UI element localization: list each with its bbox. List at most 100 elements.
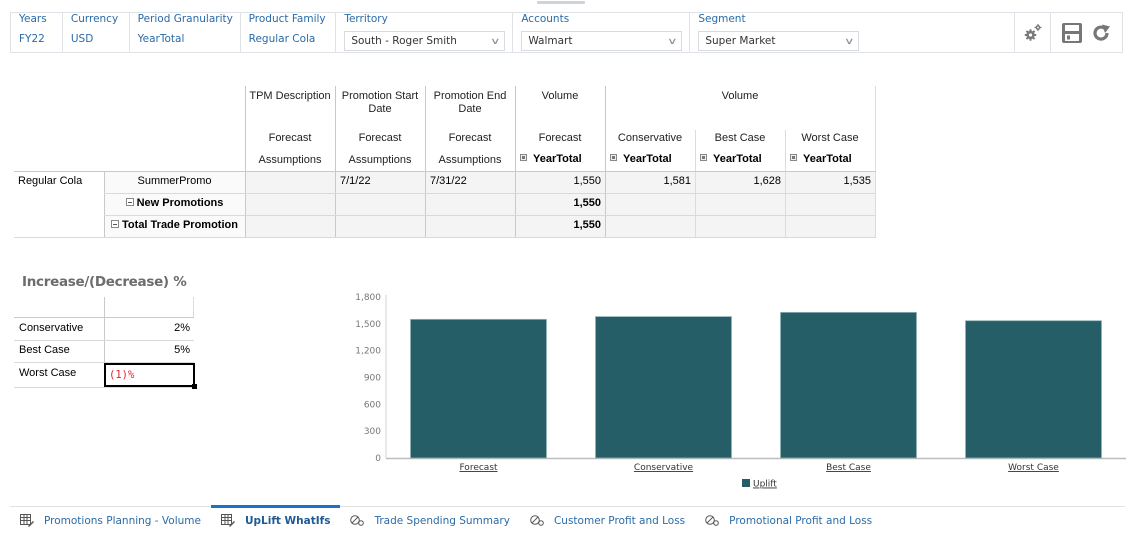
grid-divider <box>14 340 194 341</box>
x-tick-label[interactable]: Best Case <box>826 463 871 473</box>
expand-icon[interactable] <box>520 154 527 161</box>
x-tick-label[interactable]: Worst Case <box>1008 463 1059 473</box>
y-tick-label: 1,500 <box>355 320 381 330</box>
pov-label: Accounts <box>521 13 570 25</box>
tab-promotional-profit-and-loss[interactable]: Promotional Profit and Loss <box>695 507 882 534</box>
save-icon[interactable] <box>1061 22 1083 44</box>
row-header-promotion[interactable]: New Promotions <box>104 197 245 210</box>
grid-divider <box>193 297 194 317</box>
grid-divider <box>14 387 194 388</box>
pov-period-granularity[interactable]: Period Granularity YearTotal <box>130 13 241 52</box>
expand-icon[interactable] <box>790 154 797 161</box>
expand-icon[interactable] <box>700 154 707 161</box>
tab-label: Promotional Profit and Loss <box>729 514 873 527</box>
incdec-value-cell[interactable]: 5% <box>106 344 190 357</box>
grid-cell[interactable]: 1,581 <box>605 175 691 188</box>
segment-select-value: Super Market <box>705 35 776 47</box>
x-tick-label[interactable]: Conservative <box>634 463 694 473</box>
tab-label: Trade Spending Summary <box>374 514 510 527</box>
pov-product-family[interactable]: Product Family Regular Cola <box>241 13 337 52</box>
grid-cell[interactable]: 7/31/22 <box>430 175 514 188</box>
column-header: Assumptions <box>348 154 412 166</box>
column-header-expandable[interactable]: YearTotal <box>790 153 875 166</box>
column-header-label: YearTotal <box>533 153 582 165</box>
expand-icon[interactable] <box>610 154 617 161</box>
accounts-select[interactable]: Walmart ∨ <box>521 31 683 51</box>
refresh-icon[interactable] <box>1090 22 1112 44</box>
row-header-label: Total Trade Promotion <box>122 219 238 231</box>
incdec-value-input[interactable]: (1)% <box>109 369 134 381</box>
column-header: Forecast <box>358 132 402 144</box>
legend-label[interactable]: Uplift <box>753 480 777 490</box>
tab-label: UpLift WhatIfs <box>244 514 331 527</box>
pov-label: Segment <box>698 13 746 25</box>
territory-select[interactable]: South - Roger Smith ∨ <box>344 31 506 51</box>
row-header-label: New Promotions <box>136 197 224 209</box>
row-header-product: Regular Cola <box>18 175 83 187</box>
chevron-down-icon: ∨ <box>843 37 855 47</box>
column-header-expandable[interactable]: YearTotal <box>700 153 785 166</box>
pov-accounts: Accounts Walmart ∨ <box>513 13 691 52</box>
incdec-row-label: Conservative <box>19 322 84 334</box>
y-tick-label: 1,200 <box>355 347 381 357</box>
grid-cell[interactable]: 1,628 <box>695 175 781 188</box>
incdec-title: Increase/(Decrease) % <box>22 274 187 290</box>
pov-currency[interactable]: Currency USD <box>63 13 130 52</box>
column-header: TPM Description <box>249 90 331 102</box>
chevron-down-icon: ∨ <box>666 37 678 47</box>
bar-best-case <box>780 311 917 459</box>
pov-label: Product Family <box>248 13 326 25</box>
grid-cell[interactable]: 1,550 <box>515 219 601 232</box>
pov-value[interactable]: USD <box>71 33 121 46</box>
gears-icon <box>1024 23 1041 41</box>
grid-divider <box>104 215 876 216</box>
x-tick-label[interactable]: Forecast <box>459 463 498 473</box>
y-tick-label: 0 <box>375 454 381 464</box>
row-header-promotion[interactable]: SummerPromo <box>104 175 245 188</box>
pov-value[interactable]: Regular Cola <box>249 33 328 46</box>
column-header: Promotion End Date <box>433 90 507 115</box>
dashboard-icon <box>350 514 365 527</box>
dashboard-icon <box>705 514 719 527</box>
tab-promotions-planning-volume[interactable]: Promotions Planning - Volume <box>10 507 211 534</box>
tab-customer-profit-and-loss[interactable]: Customer Profit and Loss <box>520 507 695 534</box>
form-edit-icon <box>20 514 34 527</box>
form-edit-icon <box>220 514 235 527</box>
column-header: Assumptions <box>438 154 502 166</box>
bar-conservative <box>595 316 732 459</box>
column-header-expandable[interactable]: YearTotal <box>610 153 695 166</box>
column-header-label: YearTotal <box>713 153 762 165</box>
grid-cell[interactable]: 1,535 <box>785 175 871 188</box>
column-header: Best Case <box>714 132 766 144</box>
grid-cell[interactable]: 1,550 <box>515 175 601 188</box>
collapse-icon[interactable] <box>125 198 134 206</box>
pov-years[interactable]: Years FY22 <box>11 13 63 52</box>
incdec-active-cell[interactable]: (1)% <box>104 363 197 389</box>
grid-divider <box>14 171 876 172</box>
row-header-label: SummerPromo <box>137 175 212 187</box>
territory-select-value: South - Roger Smith <box>351 35 457 47</box>
grid-cell[interactable]: 7/1/22 <box>340 175 424 188</box>
column-header-expandable[interactable]: YearTotal <box>520 153 605 166</box>
pov-value[interactable]: FY22 <box>19 33 54 46</box>
dashboard-icon <box>530 514 544 527</box>
incdec-value-cell[interactable]: 2% <box>106 322 190 335</box>
y-tick-label: 1,800 <box>355 293 381 303</box>
fill-handle[interactable] <box>192 384 197 389</box>
tab-uplift-whatifs[interactable]: UpLift WhatIfs <box>210 505 341 534</box>
y-tick-label: 600 <box>364 400 381 410</box>
grid-cell[interactable]: 1,550 <box>515 197 601 210</box>
segment-select[interactable]: Super Market ∨ <box>698 31 860 51</box>
pov-label: Territory <box>344 13 388 25</box>
pov-value[interactable]: YearTotal <box>138 33 232 46</box>
uplift-chart: 0 300 600 900 1,200 1,500 1,800 Forecast Conserv… <box>340 285 1127 495</box>
settings-button[interactable] <box>1014 13 1050 52</box>
collapse-icon[interactable] <box>111 220 120 228</box>
panel-drag-handle[interactable] <box>537 1 585 4</box>
chevron-down-icon: ∨ <box>489 37 501 47</box>
column-header: Conservative <box>617 132 683 144</box>
tab-trade-spending-summary[interactable]: Trade Spending Summary <box>340 507 520 534</box>
grid-divider <box>104 193 876 194</box>
row-header-promotion[interactable]: Total Trade Promotion <box>104 219 245 232</box>
grid-divider <box>14 317 194 318</box>
